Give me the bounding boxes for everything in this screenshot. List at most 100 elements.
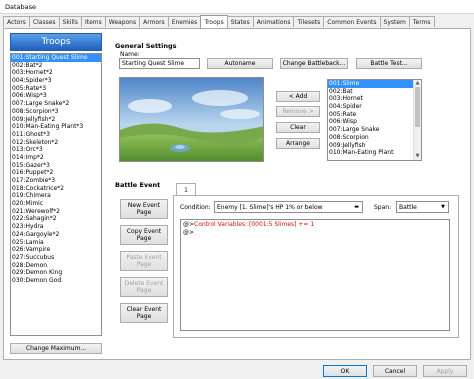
delete-event-page-button[interactable]: Delete Event Page <box>120 277 168 297</box>
general-settings-title: General Settings <box>115 42 177 50</box>
troop-list-item[interactable]: 023:Hydra <box>11 223 101 231</box>
enemy-list-item[interactable]: 004:Spider <box>328 103 414 111</box>
tab-actors[interactable]: Actors <box>3 16 30 27</box>
tab-common-events[interactable]: Common Events <box>323 16 381 27</box>
window-title-bar: Database <box>0 0 474 14</box>
change-maximum-button[interactable]: Change Maximum... <box>10 343 102 354</box>
troop-list-item[interactable]: 019:Chimera <box>11 192 101 200</box>
apply-button[interactable]: Apply <box>423 365 467 377</box>
clear-event-page-button[interactable]: Clear Event Page <box>120 303 168 323</box>
scroll-down-icon[interactable]: ▼ <box>414 153 421 160</box>
troop-list-item[interactable]: 012:Skeleton*2 <box>11 139 101 147</box>
troops-header: Troops <box>10 33 102 51</box>
new-event-page-button[interactable]: New Event Page <box>120 199 168 219</box>
database-tabs: Actors Classes Skills Items Weapons Armors Ene… <box>3 15 435 28</box>
enemy-list-item[interactable]: 007:Large Snake <box>328 126 414 134</box>
troop-list-item[interactable]: 015:Gazer*3 <box>11 162 101 170</box>
name-label: Name: <box>120 51 140 58</box>
condition-label: Condition: <box>180 204 211 211</box>
battle-test-button[interactable]: Battle Test... <box>356 58 422 69</box>
troop-list-item[interactable]: 004:Spider*3 <box>11 77 101 85</box>
cancel-button[interactable]: Cancel <box>373 365 417 377</box>
troop-list-item[interactable]: 025:Lamia <box>11 239 101 247</box>
battleback-preview[interactable] <box>119 77 264 162</box>
enemy-list-item[interactable]: 009:Jellyfish <box>328 142 414 150</box>
condition-field[interactable]: Enemy [1. Slime]'s HP 1% or below ▬ <box>214 201 363 213</box>
span-select[interactable]: Battle ▼ <box>396 201 449 213</box>
autoname-button[interactable]: Autoname <box>207 58 273 69</box>
troop-list-item[interactable]: 008:Scorpion*3 <box>11 108 101 116</box>
tab-armors[interactable]: Armors <box>139 16 169 27</box>
troop-list-item[interactable]: 029:Demon King <box>11 269 101 277</box>
enemy-list-item[interactable]: 005:Rate <box>328 111 414 119</box>
enemy-list-item[interactable]: 008:Scorpion <box>328 134 414 142</box>
ok-button[interactable]: OK <box>323 365 367 377</box>
command-prefix: @> <box>183 221 195 228</box>
tab-enemies[interactable]: Enemies <box>167 16 202 27</box>
troop-list-item[interactable]: 014:Imp*2 <box>11 154 101 162</box>
troop-list-item[interactable]: 009:Jellyfish*2 <box>11 116 101 124</box>
condition-dropdown-icon[interactable]: ▬ <box>354 204 359 210</box>
command-text: Control Variables: [0001:5 Slimes] += 1 <box>194 221 315 228</box>
tab-classes[interactable]: Classes <box>28 16 60 27</box>
troop-list-item[interactable]: 020:Mimic <box>11 200 101 208</box>
troops-header-label: Troops <box>41 37 71 47</box>
troop-list-item[interactable]: 030:Demon God <box>11 277 101 285</box>
troop-list-item[interactable]: 006:Wisp*3 <box>11 92 101 100</box>
enemy-list-item[interactable]: 003:Hornet <box>328 95 414 103</box>
enemy-list-scrollbar[interactable]: ▲ ▼ <box>413 80 421 160</box>
troop-list-item[interactable]: 028:Demon <box>11 262 101 270</box>
remove-enemy-button[interactable]: Remove > <box>276 106 320 117</box>
troop-list-item[interactable]: 017:Zombie*3 <box>11 177 101 185</box>
tab-skills[interactable]: Skills <box>58 16 82 27</box>
event-commands-list[interactable]: @>Control Variables: [0001:5 Slimes] += … <box>180 219 450 331</box>
arrange-enemies-button[interactable]: Arrange <box>276 138 320 149</box>
enemy-list-item[interactable]: 006:Wisp <box>328 118 414 126</box>
paste-event-page-button[interactable]: Paste Event Page <box>120 251 168 271</box>
troop-list-item[interactable]: 003:Hornet*2 <box>11 69 101 77</box>
command-prefix: @> <box>183 229 195 236</box>
change-battleback-button[interactable]: Change Battleback... <box>280 58 348 69</box>
troop-list-item[interactable]: 022:Sahagin*2 <box>11 215 101 223</box>
troop-list-item[interactable]: 007:Large Snake*2 <box>11 100 101 108</box>
event-page-tab-1[interactable]: 1 <box>176 183 196 195</box>
add-enemy-button[interactable]: < Add <box>276 91 320 102</box>
event-command-row[interactable]: @> <box>181 229 449 237</box>
troop-list-item[interactable]: 018:Cockatrice*2 <box>11 185 101 193</box>
scroll-up-icon[interactable]: ▲ <box>414 80 421 87</box>
troop-list-item[interactable]: 011:Ghost*3 <box>11 131 101 139</box>
troop-name-field[interactable]: Starting Quest Slime <box>119 58 200 69</box>
troop-list-item[interactable]: 026:Vampire <box>11 246 101 254</box>
enemy-list-item[interactable]: 001:Slime <box>328 80 414 88</box>
span-label: Span: <box>374 204 392 211</box>
troops-list[interactable]: 001:Starting Quest Slime 002:Bat*2 003:Hor… <box>10 53 102 336</box>
enemy-list[interactable]: 001:Slime 002:Bat 003:Hornet 004:Spider 005:… <box>327 79 422 161</box>
enemy-list-item[interactable]: 002:Bat <box>328 88 414 96</box>
troop-list-item[interactable]: 021:Werewolf*2 <box>11 208 101 216</box>
troop-list-item[interactable]: 024:Gargoyle*2 <box>11 231 101 239</box>
clear-enemies-button[interactable]: Clear <box>276 122 320 133</box>
troop-list-item[interactable]: 005:Rate*3 <box>11 85 101 93</box>
tab-terms[interactable]: Terms <box>408 16 435 27</box>
chevron-down-icon[interactable]: ▼ <box>441 204 445 210</box>
battle-event-title: Battle Event <box>115 181 161 189</box>
scroll-thumb[interactable] <box>415 87 420 127</box>
battleback-image <box>120 78 263 161</box>
tab-tilesets[interactable]: Tilesets <box>293 16 325 27</box>
enemy-list-item[interactable]: 010:Man-Eating Plant <box>328 149 414 157</box>
troop-list-item[interactable]: 001:Starting Quest Slime <box>11 54 101 62</box>
copy-event-page-button[interactable]: Copy Event Page <box>120 225 168 245</box>
condition-value: Enemy [1. Slime]'s HP 1% or below <box>217 203 323 211</box>
troop-list-item[interactable]: 027:Succubus <box>11 254 101 262</box>
troop-list-item[interactable]: 013:Orc*3 <box>11 146 101 154</box>
tab-troops[interactable]: Troops <box>200 15 228 28</box>
tab-system[interactable]: System <box>379 16 410 27</box>
troop-list-item[interactable]: 010:Man-Eating Plant*3 <box>11 123 101 131</box>
event-command-row[interactable]: @>Control Variables: [0001:5 Slimes] += … <box>181 221 449 229</box>
tab-items[interactable]: Items <box>80 16 106 27</box>
tab-states[interactable]: States <box>226 16 254 27</box>
tab-animations[interactable]: Animations <box>252 16 295 27</box>
tab-weapons[interactable]: Weapons <box>104 16 141 27</box>
troop-list-item[interactable]: 002:Bat*2 <box>11 62 101 70</box>
troop-list-item[interactable]: 016:Puppet*2 <box>11 169 101 177</box>
